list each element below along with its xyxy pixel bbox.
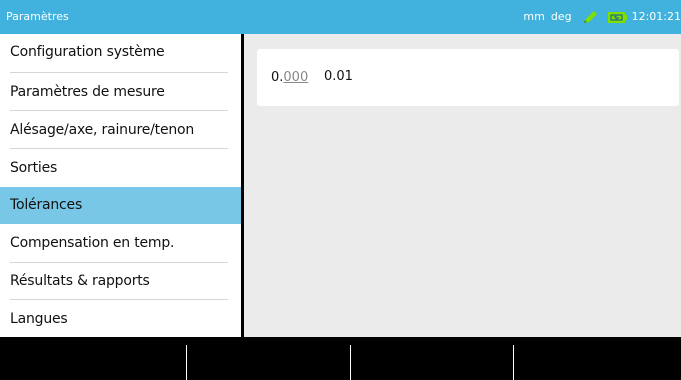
content-panel: 0.000 0.01 [244,34,681,337]
tolerance-resolution-prefix: 0. [271,70,284,85]
menu-item-sorties[interactable]: Sorties [0,150,241,187]
menu-item-tolerances[interactable]: Tolérances [0,187,241,224]
menu-item-alesage-axe[interactable]: Alésage/axe, rainure/tenon [0,112,241,149]
menu-item-resultats-rapports[interactable]: Résultats & rapports [0,263,241,300]
menu-item-langues[interactable]: Langues [0,301,241,338]
tolerance-resolution[interactable]: 0.000 [271,70,308,86]
menu-divider [10,299,228,300]
menu-divider [10,72,228,73]
battery-icon [607,11,627,23]
menu-divider [10,148,228,149]
softkey-3[interactable] [351,337,513,380]
pen-icon [582,10,598,24]
menu-item-parametres-de-mesure[interactable]: Paramètres de mesure [0,74,241,111]
tolerance-resolution-placeholder: 000 [283,70,309,85]
window-title: Paramètres [6,10,69,23]
length-unit: mm [523,10,545,23]
angle-unit: deg [550,10,572,23]
clock-time: 12:01:21 [631,10,681,23]
softkey-bar [0,337,681,380]
settings-menu: Configuration système Paramètres de mesu… [0,34,244,337]
menu-item-configuration-systeme[interactable]: Configuration système [0,34,241,71]
softkey-4[interactable] [514,337,681,380]
menu-item-compensation-en-temp[interactable]: Compensation en temp. [0,225,241,262]
status-area: mm deg 12:01:21 [523,10,681,24]
title-bar: Paramètres mm deg 12:01:21 [0,0,681,34]
tolerance-value[interactable]: 0.01 [324,69,353,85]
tolerance-card[interactable]: 0.000 0.01 [257,49,679,106]
menu-divider [10,110,228,111]
softkey-1[interactable] [0,337,186,380]
softkey-2[interactable] [187,337,350,380]
